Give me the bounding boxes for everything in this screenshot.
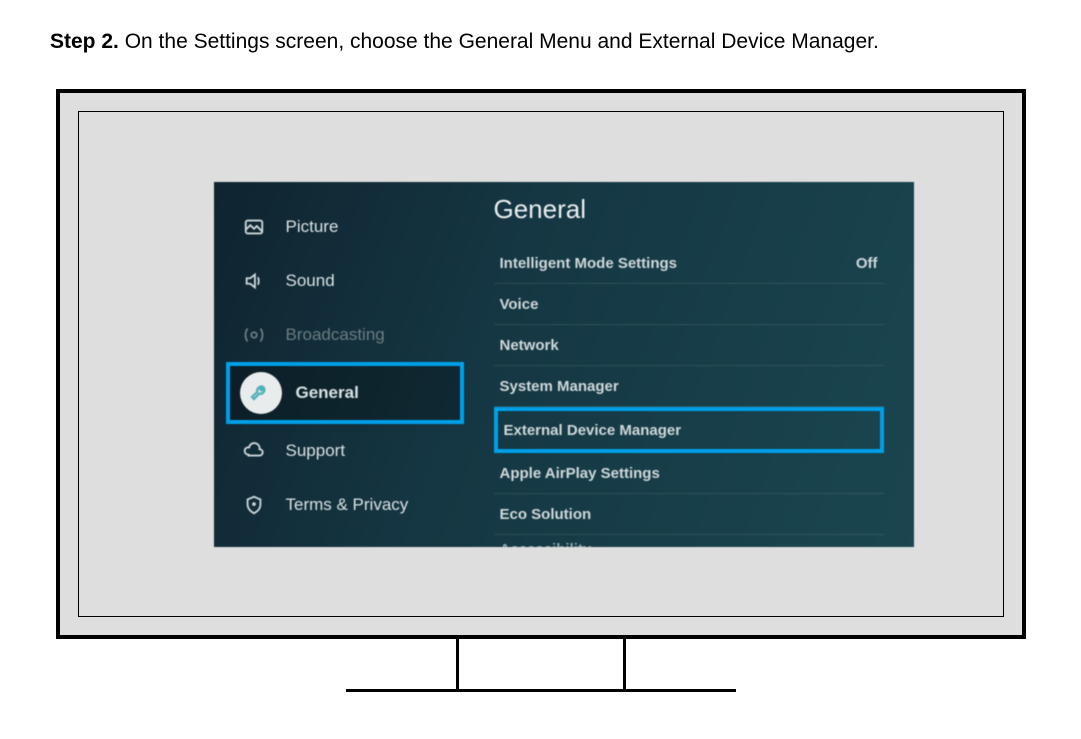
- panel-title: General: [494, 194, 884, 225]
- sidebar-item-label: Support: [286, 441, 346, 461]
- shield-icon: [236, 487, 272, 523]
- list-item-external-device-manager[interactable]: External Device Manager: [494, 407, 884, 453]
- instruction-text: Step 2. On the Settings screen, choose t…: [50, 30, 1031, 54]
- step-body: On the Settings screen, choose the Gener…: [125, 30, 879, 53]
- settings-sidebar: Picture Sound Broadcasting: [214, 182, 464, 547]
- list-item-intelligent-mode[interactable]: Intelligent Mode Settings Off: [494, 243, 884, 284]
- list-item-label: System Manager: [500, 378, 619, 395]
- sidebar-item-terms-privacy[interactable]: Terms & Privacy: [226, 478, 464, 532]
- list-item-label: Eco Solution: [500, 506, 592, 523]
- tv-illustration: Picture Sound Broadcasting: [56, 89, 1026, 692]
- picture-icon: [236, 209, 272, 245]
- sidebar-item-label: Sound: [286, 271, 335, 291]
- broadcast-icon: [236, 317, 272, 353]
- sound-icon: [236, 263, 272, 299]
- tv-stand-neck: [456, 639, 626, 689]
- list-item-voice[interactable]: Voice: [494, 284, 884, 325]
- list-item-eco-solution[interactable]: Eco Solution: [494, 494, 884, 535]
- list-item-system-manager[interactable]: System Manager: [494, 366, 884, 407]
- sidebar-item-picture[interactable]: Picture: [226, 200, 464, 254]
- settings-main-panel: General Intelligent Mode Settings Off Vo…: [464, 182, 914, 547]
- list-item-label: Voice: [500, 296, 539, 313]
- list-item-accessibility[interactable]: Accessibility: [494, 535, 884, 547]
- list-item-label: Intelligent Mode Settings: [500, 255, 678, 272]
- cloud-icon: [236, 433, 272, 469]
- sidebar-item-label: Broadcasting: [286, 325, 385, 345]
- tv-frame: Picture Sound Broadcasting: [56, 89, 1026, 639]
- list-item-apple-airplay[interactable]: Apple AirPlay Settings: [494, 453, 884, 494]
- sidebar-item-broadcasting: Broadcasting: [226, 308, 464, 362]
- list-item-network[interactable]: Network: [494, 325, 884, 366]
- tv-stand-base: [346, 689, 736, 692]
- sidebar-item-label: Terms & Privacy: [286, 495, 409, 515]
- step-label: Step 2.: [50, 30, 119, 53]
- sidebar-item-support[interactable]: Support: [226, 424, 464, 478]
- sidebar-item-sound[interactable]: Sound: [226, 254, 464, 308]
- sidebar-item-label: Picture: [286, 217, 339, 237]
- sidebar-item-general[interactable]: General: [226, 362, 464, 424]
- tv-screen: Picture Sound Broadcasting: [78, 111, 1004, 617]
- list-item-label: Accessibility: [500, 541, 592, 548]
- wrench-icon: [240, 372, 282, 414]
- list-item-label: Apple AirPlay Settings: [500, 465, 660, 482]
- settings-screen: Picture Sound Broadcasting: [214, 182, 914, 547]
- list-item-label: External Device Manager: [504, 422, 682, 439]
- list-item-value: Off: [856, 255, 878, 272]
- sidebar-item-label: General: [296, 383, 359, 403]
- list-item-label: Network: [500, 337, 559, 354]
